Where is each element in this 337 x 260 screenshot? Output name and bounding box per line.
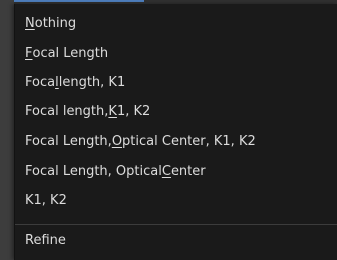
menu-item-refine[interactable]: Refine	[15, 227, 337, 253]
menu-item-focal-length-k1-k2[interactable]: Focal length, K 1, K2	[15, 98, 337, 124]
menu-item-focal-length[interactable]: Focal Length	[15, 40, 337, 66]
menu-item-focal-length-k1[interactable]: Foca l length, K1	[15, 69, 337, 95]
menu-item-focal-length-optical-center-k1-k2[interactable]: Focal Length, Optical Center, K1, K2	[15, 128, 337, 154]
background-strip	[0, 0, 14, 260]
menu-item-nothing[interactable]: Nothing	[15, 10, 337, 36]
refine-dropdown-menu: Nothing Focal Length Foca l length, K1 Fo…	[14, 4, 337, 260]
menu-item-focal-length-optical-center[interactable]: Focal Length, Optical Center	[15, 158, 337, 184]
background-highlight-line	[14, 0, 144, 2]
menu-separator	[15, 224, 337, 225]
screen: Nothing Focal Length Foca l length, K1 Fo…	[0, 0, 337, 260]
menu-item-k1-k2[interactable]: K1, K2	[15, 187, 337, 213]
